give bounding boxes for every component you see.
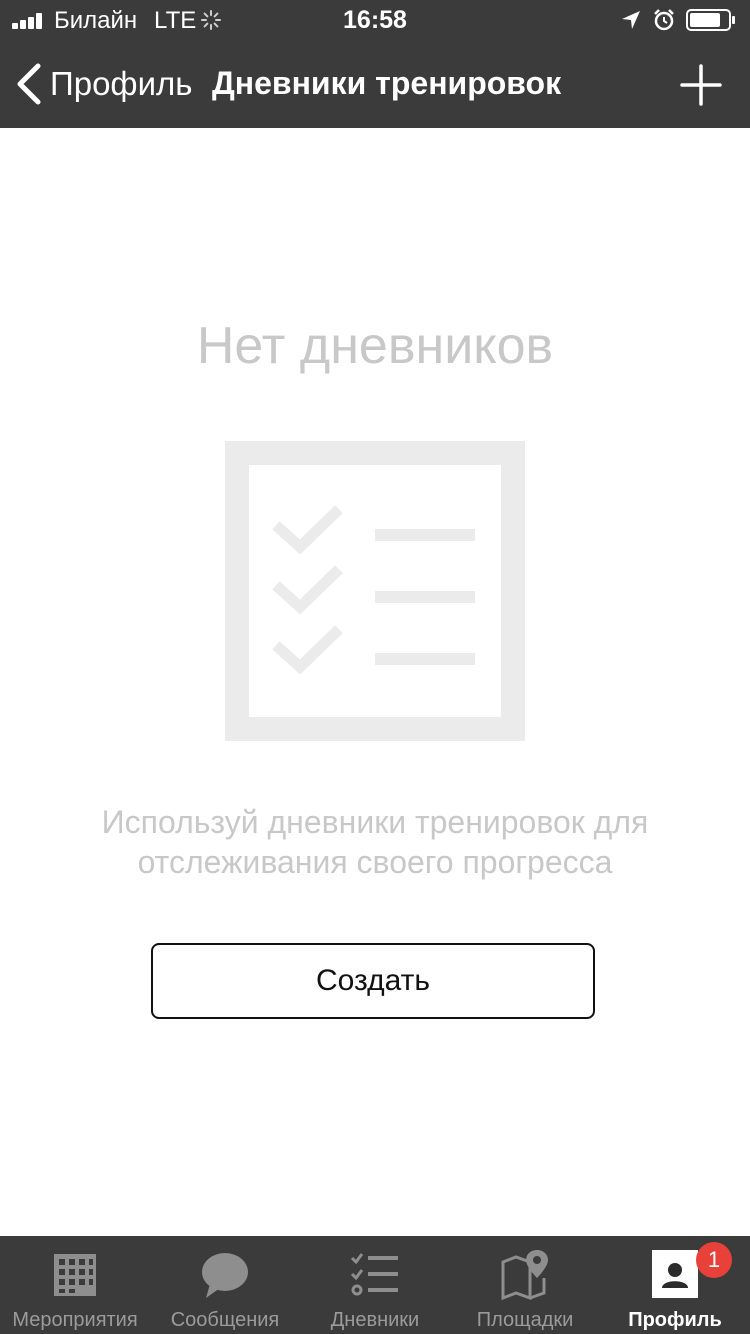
empty-state-title: Нет дневников (196, 317, 554, 375)
page-title: Дневники тренировок (212, 65, 562, 101)
checklist-icon (350, 1253, 398, 1296)
tab-events-label: Мероприятия (12, 1309, 138, 1331)
top-bar: Билайн LTE 16:58 Профиль Дневники тренир… (0, 0, 750, 128)
empty-state-hint: Используй дневники тренировок для отслеж… (60, 802, 690, 882)
checklist-illustration-icon (225, 441, 525, 741)
profile-icon (652, 1250, 698, 1298)
battery-icon (686, 9, 735, 31)
map-pin-icon (501, 1250, 548, 1300)
tab-events[interactable]: Мероприятия (0, 1236, 150, 1334)
status-bar: Билайн LTE 16:58 (0, 0, 750, 40)
tab-bar: Мероприятия Сообщения Дневники Площадки … (0, 1236, 750, 1334)
calendar-grid-icon (54, 1254, 96, 1296)
alarm-icon (654, 9, 674, 31)
tab-venues[interactable]: Площадки (450, 1236, 600, 1334)
chat-bubble-icon (202, 1253, 248, 1298)
add-icon[interactable] (680, 64, 722, 106)
tab-diaries[interactable]: Дневники (300, 1236, 450, 1334)
back-button[interactable]: Профиль (14, 62, 192, 106)
notification-badge: 1 (696, 1242, 732, 1278)
tab-venues-label: Площадки (476, 1309, 574, 1331)
tab-messages-label: Сообщения (170, 1309, 280, 1331)
navigation-bar: Профиль Дневники тренировок (0, 40, 750, 128)
tab-messages[interactable]: Сообщения (150, 1236, 300, 1334)
back-button-label: Профиль (50, 65, 193, 102)
chevron-left-icon (17, 63, 41, 105)
location-arrow-icon (622, 11, 640, 29)
tab-diaries-label: Дневники (330, 1309, 420, 1331)
hint-line-1: Используй дневники тренировок для (101, 804, 649, 840)
create-diary-button[interactable]: Создать (151, 943, 595, 1019)
hint-line-2: отслеживания своего прогресса (137, 844, 613, 880)
tab-profile-label: Профиль (628, 1309, 722, 1331)
